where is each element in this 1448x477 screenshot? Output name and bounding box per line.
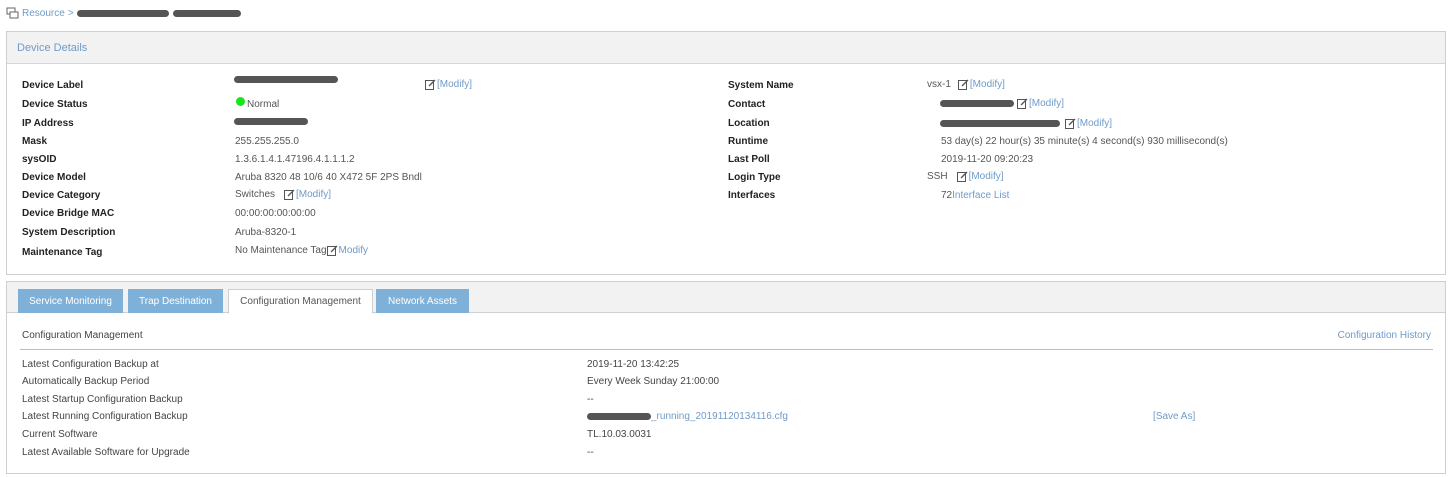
redacted-location xyxy=(940,120,1060,127)
modify-link[interactable]: Modify xyxy=(339,245,368,256)
label-last-poll: Last Poll xyxy=(728,154,770,165)
value-device-bridge-mac: 00:00:00:00:00:00 xyxy=(235,208,316,219)
value-device-category: Switches [Modify] xyxy=(235,189,331,200)
device-category-text: Switches xyxy=(235,189,276,200)
device-details-title: Device Details xyxy=(17,41,88,54)
value-mask: 255.255.255.0 xyxy=(235,136,299,147)
cfg-value-backup-period: Every Week Sunday 21:00:00 xyxy=(587,376,720,387)
label-device-category: Device Category xyxy=(22,190,101,201)
label-device-bridge-mac: Device Bridge MAC xyxy=(22,208,115,219)
status-normal-icon xyxy=(236,97,245,106)
value-system-description: Aruba-8320-1 xyxy=(235,227,297,238)
tab-panel: Service Monitoring Trap Destination Conf… xyxy=(6,281,1446,474)
modify-link[interactable]: [Modify] xyxy=(437,79,472,90)
tab-configuration-management[interactable]: Configuration Management xyxy=(228,289,373,314)
label-runtime: Runtime xyxy=(728,136,768,147)
value-system-name: vsx-1 [Modify] xyxy=(927,79,1005,90)
modify-link[interactable]: [Modify] xyxy=(969,171,1004,182)
value-runtime: 53 day(s) 22 hour(s) 35 minute(s) 4 seco… xyxy=(941,136,1228,147)
tab-trap-destination[interactable]: Trap Destination xyxy=(128,289,223,313)
current-software-link[interactable]: TL.10.03.0031 xyxy=(587,429,652,440)
breadcrumb: Resource > xyxy=(6,6,241,20)
modify-link[interactable]: [Modify] xyxy=(970,79,1005,90)
value-sysoid: 1.3.6.1.4.1.47196.4.1.1.1.2 xyxy=(235,154,355,165)
maintenance-tag-text: No Maintenance Tag xyxy=(235,245,327,256)
edit-icon xyxy=(425,79,436,90)
label-device-label: Device Label xyxy=(22,80,84,91)
device-details-panel: Device Details Device Label Device Statu… xyxy=(6,31,1446,275)
configuration-history-link[interactable]: Configuration History xyxy=(1338,330,1431,341)
modify-device-label[interactable]: [Modify] xyxy=(421,79,472,90)
cfg-value-latest-backup: 2019-11-20 13:42:25 xyxy=(587,359,680,370)
status-text: Normal xyxy=(247,99,280,110)
label-device-status: Device Status xyxy=(22,99,88,110)
cfg-label-running-backup: Latest Running Configuration Backup xyxy=(22,411,188,422)
modify-link[interactable]: [Modify] xyxy=(296,189,331,200)
modify-link[interactable]: [Modify] xyxy=(1077,118,1112,129)
cfg-label-latest-backup: Latest Configuration Backup at xyxy=(22,359,159,370)
label-login-type: Login Type xyxy=(728,172,781,183)
cfg-label-current-software: Current Software xyxy=(22,429,98,440)
value-contact: [Modify] xyxy=(940,98,1064,109)
value-maintenance-tag: No Maintenance Tag Modify xyxy=(235,245,368,256)
interfaces-count: 72 xyxy=(941,190,953,201)
cfg-value-startup-backup: -- xyxy=(587,394,594,405)
modify-link[interactable]: [Modify] xyxy=(1029,98,1064,109)
edit-icon[interactable] xyxy=(326,245,338,256)
interface-list-link[interactable]: Interface List xyxy=(952,190,1009,201)
login-type-text: SSH xyxy=(927,171,948,182)
value-interfaces: 72 Interface List xyxy=(941,190,1009,201)
tab-bar: Service Monitoring Trap Destination Conf… xyxy=(7,282,1445,314)
redacted-device-ip xyxy=(172,9,241,17)
edit-icon[interactable] xyxy=(1065,118,1076,129)
cfg-value-available-software: -- xyxy=(587,447,594,458)
resource-icon xyxy=(6,7,19,19)
cfg-label-available-software: Latest Available Software for Upgrade xyxy=(22,447,190,458)
redacted-ip-address xyxy=(234,118,308,125)
label-device-model: Device Model xyxy=(22,172,86,183)
redacted-contact xyxy=(940,100,1014,107)
system-name-text: vsx-1 xyxy=(927,79,951,90)
label-location: Location xyxy=(728,118,770,129)
edit-icon[interactable] xyxy=(1017,98,1028,109)
redacted-device-label xyxy=(234,76,338,83)
redacted-file-prefix xyxy=(587,413,651,420)
label-interfaces: Interfaces xyxy=(728,190,776,201)
redacted-device-name xyxy=(76,9,169,17)
cfg-label-backup-period: Automatically Backup Period xyxy=(22,376,150,387)
tab-service-monitoring[interactable]: Service Monitoring xyxy=(18,289,123,313)
tab-network-assets[interactable]: Network Assets xyxy=(376,289,469,313)
value-ip-address xyxy=(234,118,308,125)
breadcrumb-separator: > xyxy=(67,7,74,19)
label-contact: Contact xyxy=(728,99,766,110)
config-section-title: Configuration Management xyxy=(22,330,143,341)
value-device-status: Normal xyxy=(236,97,280,110)
cfg-label-startup-backup: Latest Startup Configuration Backup xyxy=(22,394,183,405)
label-sysoid: sysOID xyxy=(22,154,57,165)
cfg-value-running-backup: _running_20191120134116.cfg xyxy=(587,411,788,422)
edit-icon[interactable] xyxy=(284,189,295,200)
divider xyxy=(20,349,1433,350)
breadcrumb-resource-link[interactable]: Resource xyxy=(22,8,65,19)
device-details-header: Device Details xyxy=(7,32,1445,64)
save-as-link[interactable]: [Save As] xyxy=(1153,411,1195,422)
value-location: [Modify] xyxy=(940,118,1112,129)
label-system-description: System Description xyxy=(22,227,116,238)
label-system-name: System Name xyxy=(728,80,794,91)
label-mask: Mask xyxy=(22,136,48,147)
label-ip-address: IP Address xyxy=(22,118,74,129)
value-login-type: SSH [Modify] xyxy=(927,171,1004,182)
value-last-poll: 2019-11-20 09:20:23 xyxy=(941,154,1034,165)
edit-icon[interactable] xyxy=(956,171,968,182)
value-device-label xyxy=(234,76,338,83)
label-maintenance-tag: Maintenance Tag xyxy=(22,247,103,258)
edit-icon[interactable] xyxy=(957,79,969,90)
value-device-model: Aruba 8320 48 10/6 40 X472 5F 2PS Bndl xyxy=(235,172,422,183)
running-config-file-link[interactable]: _running_20191120134116.cfg xyxy=(651,411,788,422)
